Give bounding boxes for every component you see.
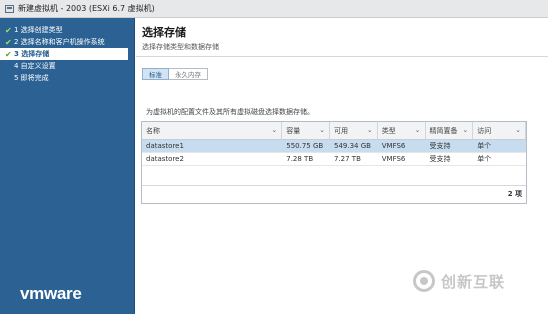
wizard-sidebar: ✔ 1 选择创建类型 ✔ 2 选择名称和客户机操作系统 ✔ 3 选择存储 4 自…: [0, 18, 135, 314]
chevron-down-icon[interactable]: ⌄: [367, 126, 373, 134]
storage-type-toggle: 标准 永久内存: [142, 68, 208, 80]
table-header: 名称 ⌄ 容量 ⌄ 可用 ⌄ 类型 ⌄ 精简置备 ⌄ 访问 ⌄: [142, 122, 527, 140]
wizard-step-2[interactable]: ✔ 2 选择名称和客户机操作系统: [0, 36, 134, 48]
cell-name: datastore2: [146, 155, 184, 163]
datastore-table: 名称 ⌄ 容量 ⌄ 可用 ⌄ 类型 ⌄ 精简置备 ⌄ 访问 ⌄ datastor…: [141, 121, 527, 204]
chevron-down-icon[interactable]: ⌄: [415, 126, 421, 134]
column-header-type[interactable]: 类型 ⌄: [378, 122, 426, 139]
wizard-step-label: 1 选择创建类型: [14, 26, 63, 34]
cell-free: 7.27 TB: [334, 155, 361, 163]
cell-type: VMFS6: [381, 142, 406, 150]
cell-thin: 受支持: [429, 142, 451, 150]
page-subtitle: 选择存储类型和数据存储: [142, 43, 219, 51]
chevron-down-icon[interactable]: ⌄: [319, 126, 325, 134]
cell-access: 单个: [477, 142, 492, 150]
wizard-step-5[interactable]: 5 即将完成: [0, 72, 134, 84]
column-header-access[interactable]: 访问 ⌄: [473, 122, 527, 139]
watermark: 创新互联: [413, 270, 505, 292]
standard-storage-button[interactable]: 标准: [142, 68, 169, 80]
wizard-step-label: 4 自定义设置: [14, 62, 56, 70]
cell-capacity: 550.75 GB: [286, 142, 324, 150]
vm-window-icon: [5, 4, 14, 13]
watermark-logo-icon: [413, 270, 435, 292]
wizard-step-3[interactable]: ✔ 3 选择存储: [0, 48, 128, 60]
item-count: 2 项: [507, 190, 522, 198]
checkmark-icon: ✔: [5, 25, 12, 35]
watermark-text: 创新互联: [441, 272, 506, 291]
column-header-free[interactable]: 可用 ⌄: [330, 122, 378, 139]
cell-thin: 受支持: [429, 155, 451, 163]
wizard-step-1[interactable]: ✔ 1 选择创建类型: [0, 24, 134, 36]
cell-access: 单个: [477, 155, 492, 163]
window-title: 新建虚拟机 - 2003 (ESXi 6.7 虚拟机): [18, 4, 155, 13]
chevron-down-icon[interactable]: ⌄: [462, 126, 468, 134]
table-footer-divider: [142, 185, 526, 186]
header-divider: [136, 56, 548, 57]
checkmark-icon: ✔: [5, 49, 12, 59]
column-header-capacity[interactable]: 容量 ⌄: [282, 122, 330, 139]
cell-name: datastore1: [146, 142, 184, 150]
cell-type: VMFS6: [381, 155, 406, 163]
window-titlebar: 新建虚拟机 - 2003 (ESXi 6.7 虚拟机): [0, 0, 548, 18]
wizard-steps: ✔ 1 选择创建类型 ✔ 2 选择名称和客户机操作系统 ✔ 3 选择存储 4 自…: [0, 18, 134, 84]
checkmark-icon: ✔: [5, 37, 12, 47]
wizard-step-label: 3 选择存储: [14, 50, 50, 58]
cell-free: 549.34 GB: [334, 142, 371, 150]
table-row[interactable]: datastore2 7.28 TB 7.27 TB VMFS6 受支持 单个: [142, 153, 526, 166]
chevron-down-icon[interactable]: ⌄: [271, 126, 277, 134]
cell-capacity: 7.28 TB: [286, 155, 314, 163]
wizard-step-label: 5 即将完成: [14, 74, 49, 82]
column-header-name[interactable]: 名称 ⌄: [142, 122, 283, 139]
page-title: 选择存储: [142, 26, 186, 39]
persistent-memory-button[interactable]: 永久内存: [169, 68, 208, 80]
table-row[interactable]: datastore1 550.75 GB 549.34 GB VMFS6 受支持…: [142, 140, 526, 153]
wizard-step-label: 2 选择名称和客户机操作系统: [14, 38, 105, 46]
storage-description: 为虚拟机的配置文件及其所有虚拟磁盘选择数据存储。: [146, 108, 314, 116]
vmware-logo: vmware: [20, 284, 82, 303]
chevron-down-icon[interactable]: ⌄: [515, 126, 521, 134]
column-header-thin[interactable]: 精简置备 ⌄: [426, 122, 474, 139]
wizard-step-4[interactable]: 4 自定义设置: [0, 60, 134, 72]
